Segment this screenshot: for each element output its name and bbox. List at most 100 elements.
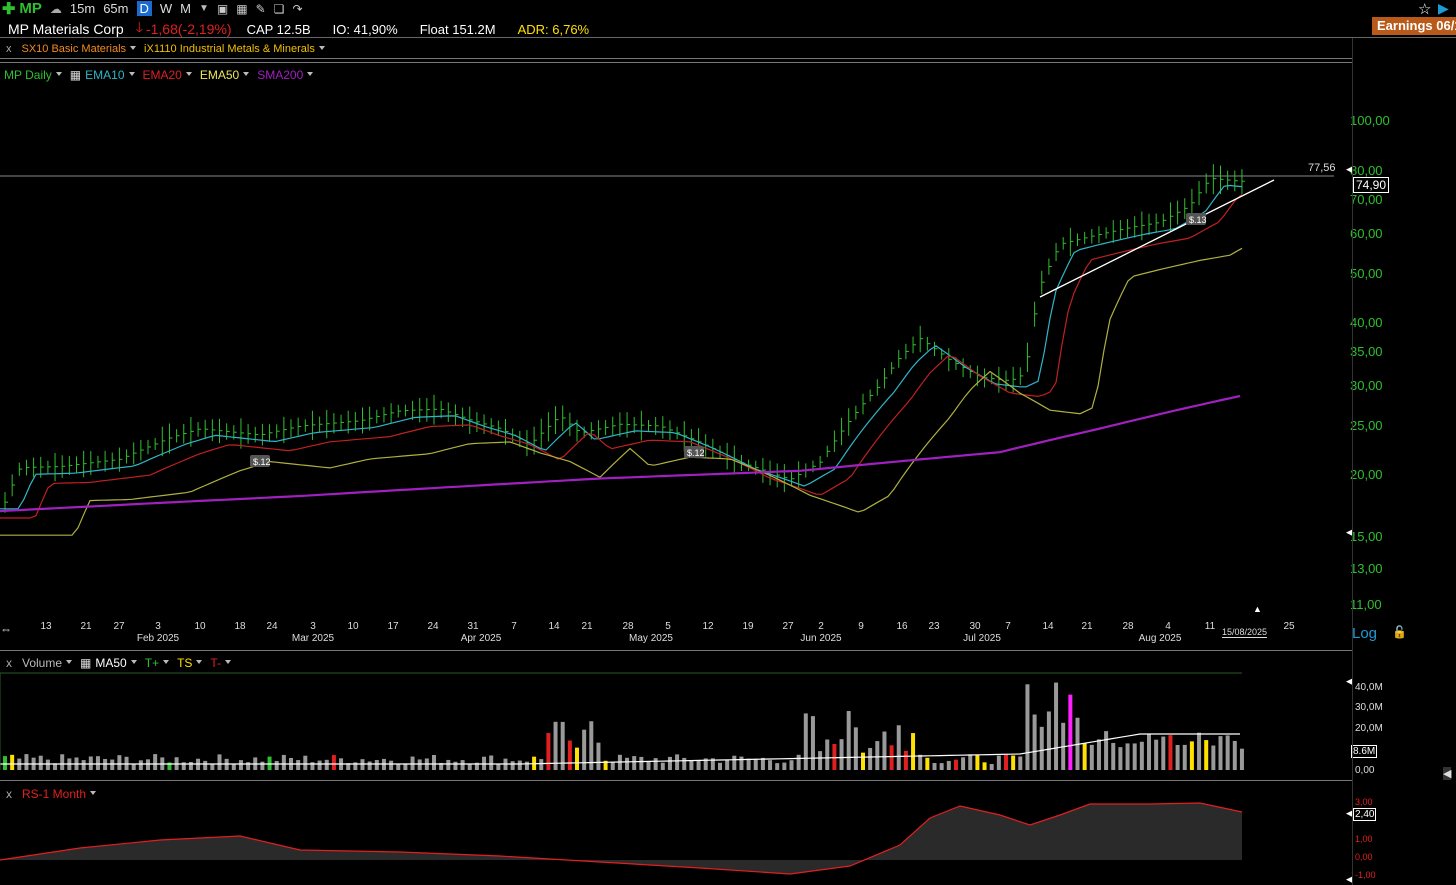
rs-y-tick: 0,00	[1355, 852, 1373, 862]
volume-bar	[1104, 731, 1109, 770]
scroll-right-icon[interactable]: ◀	[1443, 767, 1452, 780]
volume-bar	[1147, 733, 1151, 770]
volume-bar	[1132, 743, 1137, 770]
volume-bar	[45, 759, 50, 770]
volume-bar	[1218, 736, 1223, 770]
volume-bar	[1018, 756, 1023, 770]
volume-bar	[839, 739, 844, 770]
log-scale-toggle[interactable]: Log	[1352, 625, 1377, 642]
volume-bar	[389, 760, 394, 770]
volume-bar	[968, 754, 973, 770]
volume-bar	[953, 759, 958, 770]
volume-bar	[546, 733, 551, 770]
vol-y-tick: 40,0M	[1355, 682, 1383, 693]
favorite-star-icon[interactable]: ☆	[1418, 0, 1431, 18]
volume-bar	[918, 754, 923, 770]
volume-bar	[832, 744, 837, 770]
volume-bar	[646, 761, 651, 770]
lock-icon[interactable]: 🔓	[1392, 625, 1407, 639]
volume-bar	[1232, 740, 1237, 770]
volume-bar	[60, 754, 65, 770]
y-tick: 100,00	[1350, 113, 1390, 128]
volume-bar	[875, 741, 880, 770]
volume-bar	[1032, 714, 1037, 770]
volume-bar	[410, 756, 415, 770]
volume-bar	[10, 754, 15, 770]
volume-bar	[639, 756, 644, 770]
volume-bar	[38, 755, 43, 770]
volume-bar	[768, 760, 773, 770]
volume-bar	[625, 757, 630, 770]
volume-bar	[3, 756, 7, 770]
volume-bar	[896, 725, 901, 770]
vol-y-tick: 0,00	[1355, 765, 1375, 776]
last-volume-badge: 8.6M	[1351, 745, 1378, 758]
volume-bar	[317, 760, 322, 770]
flag-icon[interactable]: ▶	[1438, 0, 1449, 17]
volume-bar	[989, 763, 994, 770]
volume-bar	[231, 763, 236, 770]
close-rs-icon[interactable]: x	[6, 787, 12, 801]
volume-bar	[238, 760, 243, 770]
y-tick: 20,00	[1350, 467, 1383, 482]
volume-bar	[81, 760, 86, 770]
volume-bar	[796, 754, 801, 770]
volume-bar	[689, 760, 694, 770]
volume-bar	[210, 763, 215, 770]
volume-bar	[432, 754, 436, 770]
y-tick: 25,00	[1350, 418, 1383, 433]
volume-bar	[582, 729, 587, 770]
rs-pane-title[interactable]: RS-1 Month	[22, 787, 86, 801]
volume-bar	[718, 762, 722, 770]
volume-bar	[753, 758, 758, 770]
volume-bar	[903, 750, 908, 770]
volume-bar	[374, 759, 379, 770]
volume-bar	[1111, 742, 1116, 770]
volume-bar	[610, 762, 615, 770]
volume-bar	[1068, 694, 1073, 770]
volume-bar	[281, 754, 286, 770]
volume-bar	[274, 760, 279, 770]
earnings-badge[interactable]: Earnings 06/1	[1372, 17, 1456, 35]
volume-bar	[467, 763, 472, 770]
volume-bar	[682, 757, 687, 770]
y-tick: 35,00	[1350, 344, 1383, 359]
volume-bar	[496, 763, 501, 770]
volume-bar	[1025, 684, 1030, 770]
volume-bar	[517, 760, 522, 770]
volume-bar	[675, 754, 680, 770]
volume-bar	[1182, 744, 1187, 770]
volume-bar	[331, 755, 336, 770]
volume-bar	[567, 740, 572, 770]
volume-bars	[3, 682, 1244, 770]
volume-bar	[846, 711, 851, 770]
rs-y-tick: 1,00	[1355, 834, 1373, 844]
volume-bar	[575, 747, 579, 770]
volume-bar	[138, 760, 143, 770]
rs-y-tick: 3,00	[1355, 797, 1373, 807]
volume-bar	[596, 742, 601, 770]
volume-chart[interactable]	[0, 0, 1352, 885]
volume-bar	[1011, 755, 1016, 770]
volume-bar	[775, 763, 780, 770]
volume-bar	[1189, 741, 1194, 770]
volume-bar	[246, 762, 251, 770]
volume-bar	[961, 757, 966, 770]
y-tick: 50,00	[1350, 266, 1383, 281]
volume-bar	[1161, 736, 1166, 770]
volume-bar	[1096, 739, 1101, 770]
volume-bar	[489, 755, 494, 770]
volume-bar	[739, 756, 744, 770]
volume-bar	[460, 760, 465, 770]
rs-y-tick: -1,00	[1355, 870, 1376, 880]
volume-bar	[446, 759, 451, 770]
volume-bar	[782, 762, 787, 770]
volume-bar	[696, 760, 701, 770]
volume-bar	[367, 761, 372, 770]
volume-bar	[803, 713, 808, 770]
volume-bar	[1046, 711, 1051, 770]
volume-bar	[1239, 748, 1244, 770]
volume-bar	[267, 756, 272, 770]
volume-bar	[1211, 745, 1216, 770]
rs-dropdown-icon[interactable]	[90, 790, 97, 795]
